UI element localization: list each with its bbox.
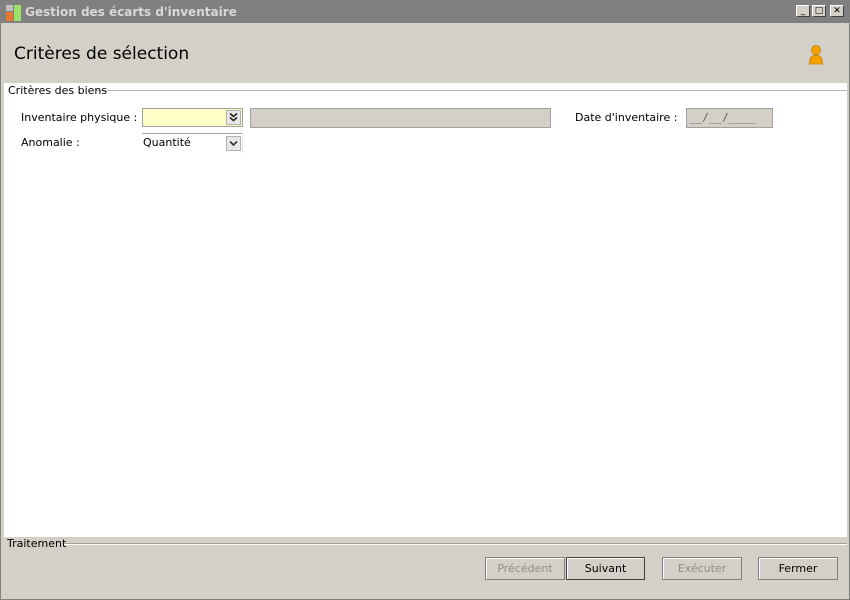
executer-button[interactable]: Exécuter <box>662 557 742 580</box>
footer-divider <box>63 543 847 545</box>
anomalie-value: Quantité <box>143 136 191 149</box>
maximize-button[interactable]: □ <box>812 5 826 17</box>
double-chevron-down-icon[interactable] <box>226 110 241 125</box>
criteria-group-label: Critères des biens <box>8 84 108 97</box>
fermer-button[interactable]: Fermer <box>758 557 838 580</box>
chevron-down-icon[interactable] <box>226 136 241 151</box>
footer-panel: Traitement Précédent Suivant Exécuter Fe… <box>1 537 849 599</box>
application-window: Gestion des écarts d'inventaire _ □ ✕ Cr… <box>0 0 850 600</box>
close-button[interactable]: ✕ <box>830 5 844 17</box>
app-logo-icon <box>6 5 22 21</box>
date-field: __/__/____ <box>686 108 773 128</box>
header-panel: Critères de sélection <box>1 23 849 83</box>
criteria-panel: Critères des biens Inventaire physique :… <box>4 83 847 537</box>
suivant-button[interactable]: Suivant <box>566 557 645 580</box>
date-label: Date d'inventaire : <box>575 111 678 124</box>
group-divider <box>96 90 847 92</box>
minimize-button[interactable]: _ <box>796 5 810 17</box>
title-bar[interactable]: Gestion des écarts d'inventaire _ □ ✕ <box>1 1 849 23</box>
traitement-group-label: Traitement <box>7 537 67 550</box>
inventaire-description-field <box>250 108 551 128</box>
anomalie-select[interactable]: Quantité <box>142 133 243 153</box>
anomalie-label: Anomalie : <box>21 136 80 149</box>
inventaire-label: Inventaire physique : <box>21 111 138 124</box>
window-title: Gestion des écarts d'inventaire <box>25 5 237 19</box>
page-title: Critères de sélection <box>14 44 190 64</box>
user-icon[interactable] <box>808 44 824 66</box>
precedent-button[interactable]: Précédent <box>485 557 565 580</box>
inventaire-combo[interactable] <box>142 108 243 127</box>
